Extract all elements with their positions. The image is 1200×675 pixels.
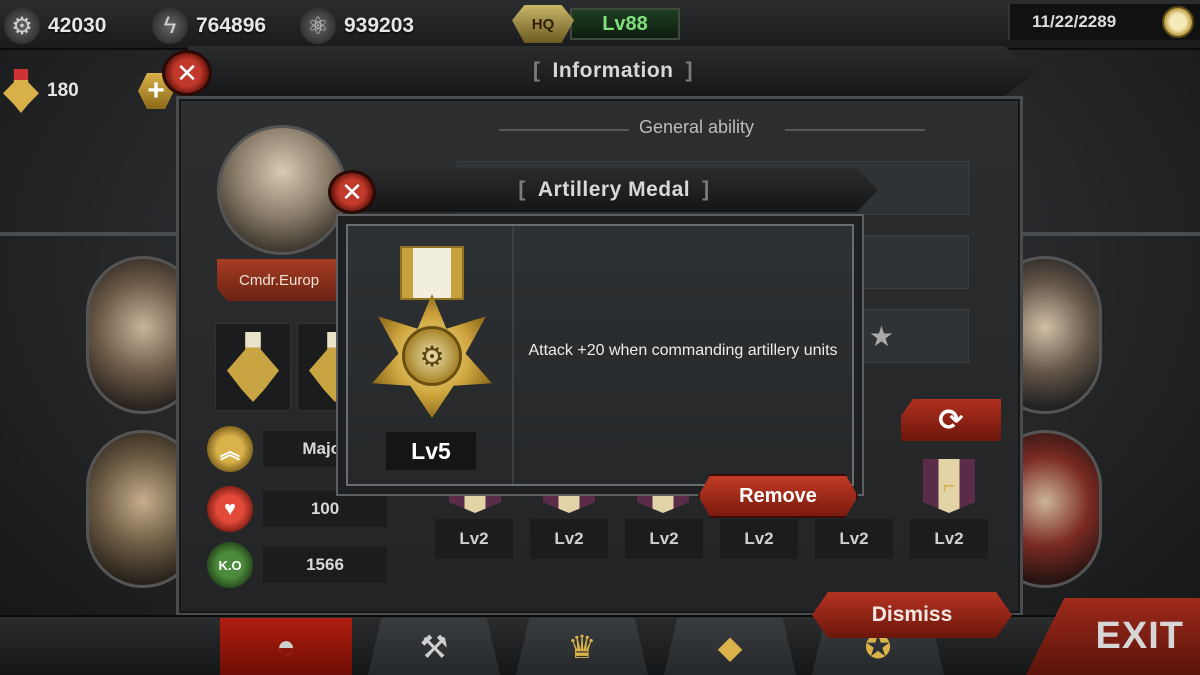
top-bar: ⚙ 42030 ϟ 764896 ⚛ 939203 HQ Lv88 11/22/… bbox=[0, 0, 1200, 50]
hq-badge-icon: HQ bbox=[512, 5, 574, 43]
medal-level-badge: Lv5 bbox=[386, 432, 476, 470]
hq-level-value: Lv88 bbox=[570, 8, 680, 40]
tab-trophy[interactable]: ♛ bbox=[516, 618, 648, 675]
medal-level: Lv2 bbox=[815, 519, 893, 559]
machine-gun-icon: ⌐ bbox=[942, 473, 956, 498]
commander-name-tag: Cmdr.Europ bbox=[217, 259, 347, 301]
close-icon: ✕ bbox=[162, 50, 212, 96]
medal-level: Lv2 bbox=[625, 519, 703, 559]
artillery-medal-close-button[interactable]: ✕ bbox=[328, 170, 376, 214]
energy-resource: ϟ 764896 bbox=[152, 8, 266, 44]
medal-ribbon[interactable]: ⌐ bbox=[923, 459, 975, 513]
heart-icon: ♥ bbox=[207, 486, 253, 532]
medal-level: Lv2 bbox=[720, 519, 798, 559]
clock-icon[interactable] bbox=[1162, 6, 1194, 38]
artillery-medal-icon bbox=[227, 332, 279, 402]
information-title: Information bbox=[552, 59, 674, 82]
artillery-medal-icon: ⚙ bbox=[372, 246, 492, 418]
refresh-button[interactable]: ⟳ bbox=[901, 399, 1001, 441]
information-close-button[interactable]: ✕ bbox=[162, 50, 212, 96]
remove-button[interactable]: Remove bbox=[698, 474, 858, 518]
atoms-resource: ⚛ 939203 bbox=[300, 8, 414, 44]
medal-description: Attack +20 when commanding artillery uni… bbox=[528, 341, 838, 359]
artillery-medal-popup: ⚙ Lv5 Attack +20 when commanding artille… bbox=[336, 214, 864, 496]
ability-divider-right bbox=[785, 129, 925, 131]
tab-generals[interactable]: ◓ bbox=[220, 618, 352, 675]
kills-stat: K.O 1566 bbox=[207, 541, 387, 589]
officer-cap-icon: ◓ bbox=[276, 628, 296, 664]
pyramid-icon: ◆ bbox=[717, 628, 743, 665]
commander-name: Cmdr.Europ bbox=[239, 271, 320, 289]
trophy-icon: ♛ bbox=[567, 628, 597, 665]
dismiss-button[interactable]: Dismiss bbox=[812, 592, 1012, 638]
gear-icon: ⚙ bbox=[4, 8, 40, 44]
health-value: 100 bbox=[263, 491, 387, 527]
medal-level: Lv2 bbox=[435, 519, 513, 559]
general-ability-title: General ability bbox=[639, 117, 755, 137]
close-icon: ✕ bbox=[328, 170, 376, 214]
gears-value: 42030 bbox=[48, 14, 107, 37]
artillery-medal-title: Artillery Medal bbox=[537, 178, 691, 201]
tab-rank[interactable]: ◆ bbox=[664, 618, 796, 675]
refresh-icon: ⟳ bbox=[938, 403, 964, 437]
star-icon: ★ bbox=[868, 321, 894, 352]
medal-level: Lv2 bbox=[910, 519, 988, 559]
date-text: 11/22/2289 bbox=[1032, 12, 1117, 31]
gears-resource: ⚙ 42030 bbox=[4, 8, 106, 44]
atom-icon: ⚛ bbox=[300, 8, 336, 44]
atoms-value: 939203 bbox=[344, 14, 415, 37]
hq-level[interactable]: HQ Lv88 bbox=[512, 4, 680, 44]
medal-level: Lv2 bbox=[530, 519, 608, 559]
lightning-icon: ϟ bbox=[152, 8, 188, 44]
medal-icon bbox=[3, 69, 39, 113]
date-display: 11/22/2289 bbox=[1008, 4, 1200, 40]
ability-divider-left bbox=[499, 129, 629, 131]
wrench-wings-icon: ⚒ bbox=[419, 628, 449, 665]
chevron-rank-icon: ︽ bbox=[207, 426, 253, 472]
tab-skills[interactable]: ⚒ bbox=[368, 618, 500, 675]
helmet-icon: K.O bbox=[207, 542, 253, 588]
energy-value: 764896 bbox=[196, 14, 267, 37]
artillery-medal-header: [Artillery Medal] bbox=[350, 168, 878, 212]
information-header: [Information] bbox=[188, 46, 1038, 96]
cannon-icon: ⚙ bbox=[402, 326, 462, 386]
medals-value: 180 bbox=[47, 80, 79, 101]
medal-slot[interactable] bbox=[215, 323, 291, 411]
medal-preview: ⚙ Lv5 bbox=[348, 226, 514, 484]
kills-value: 1566 bbox=[263, 547, 387, 583]
medals-resource: 180 + bbox=[0, 68, 175, 114]
